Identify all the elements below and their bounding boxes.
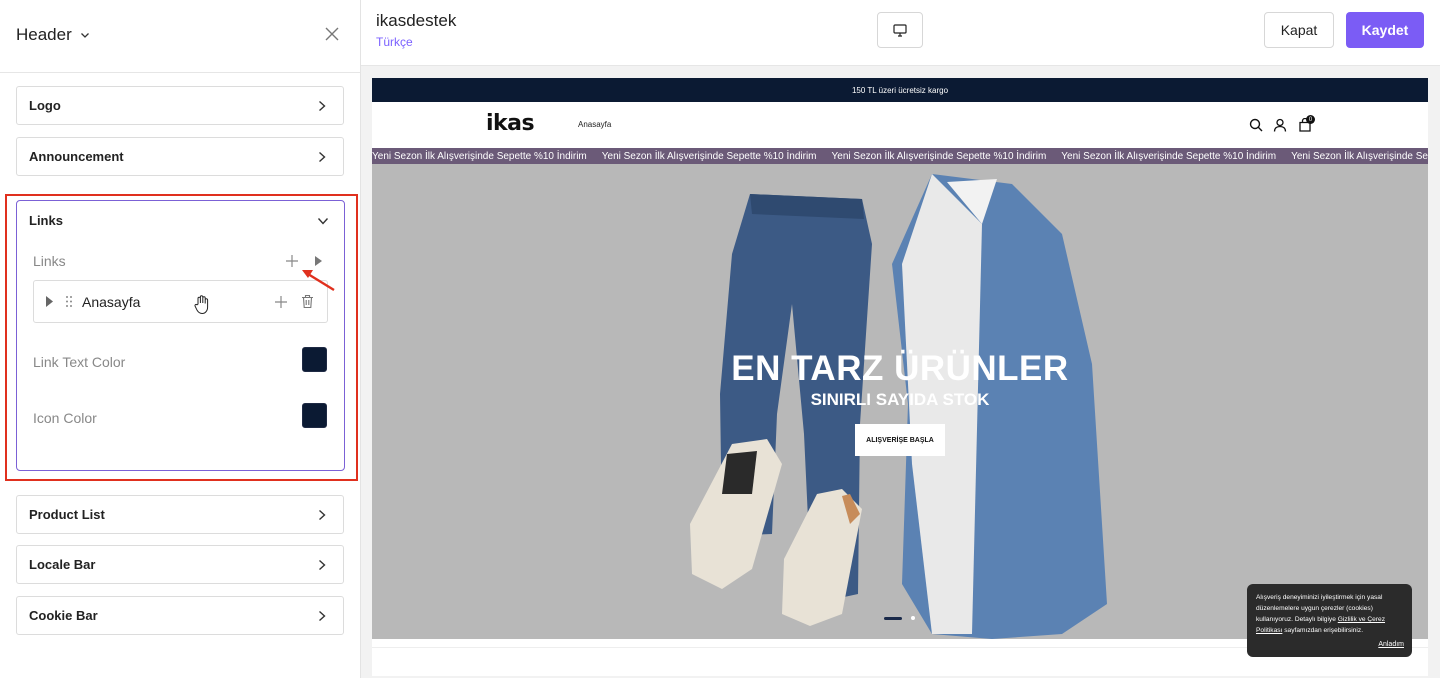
marquee-item: Yeni Sezon İlk Alışverişinde Sepette %10… (1291, 150, 1428, 162)
close-button[interactable]: Kapat (1264, 12, 1334, 48)
chevron-right-icon (319, 509, 326, 521)
section-product-list[interactable]: Product List (16, 495, 344, 534)
trash-icon[interactable] (301, 294, 314, 309)
hero-subtitle: SINIRLI SAYIDA STOK (810, 390, 990, 409)
drag-handle-icon[interactable] (65, 295, 73, 308)
section-cookie-bar[interactable]: Cookie Bar (16, 596, 344, 635)
annotation-arrow (302, 270, 335, 292)
nav-link-anasayfa[interactable]: Anasayfa (578, 120, 611, 129)
marquee-item: Yeni Sezon İlk Alışverişinde Sepette %10… (831, 150, 1047, 162)
store-name: ikasdestek (376, 11, 457, 30)
chevron-down-icon (80, 33, 89, 38)
announcement-bar: 150 TL üzeri ücretsiz kargo (372, 78, 1428, 102)
marquee-item: Yeni Sezon İlk Alışverişinde Sepette %10… (372, 150, 587, 162)
section-label: Logo (29, 98, 61, 113)
links-list-label: Links (33, 253, 66, 269)
section-locale-bar[interactable]: Locale Bar (16, 545, 344, 584)
section-label: Product List (29, 507, 105, 522)
icon-color-label: Icon Color (33, 410, 97, 426)
cookie-text-end: sayfamızdan erişebilirsiniz. (1284, 627, 1364, 634)
slider-dot[interactable] (911, 616, 915, 620)
icon-color-swatch[interactable] (302, 403, 327, 428)
sidebar: Header Logo Announcement Links Links Ana… (0, 0, 361, 678)
slider-dot-active[interactable] (884, 617, 902, 620)
cookie-banner: Alışveriş deneyiminizi iyileştirmek için… (1247, 584, 1412, 657)
store-logo[interactable]: ikas (486, 111, 535, 136)
hero-cta-button[interactable]: ALIŞVERİŞE BAŞLA (855, 424, 945, 456)
promo-marquee: Yeni Sezon İlk Alışverişinde Sepette %10… (372, 148, 1428, 164)
announcement-text: 150 TL üzeri ücretsiz kargo (851, 85, 949, 95)
chevron-right-icon (319, 559, 326, 571)
editor-topbar: ikasdestek Türkçe Kapat Kaydet (361, 0, 1440, 66)
section-label: Cookie Bar (29, 608, 98, 623)
add-sublink-icon[interactable] (274, 295, 288, 309)
section-label: Locale Bar (29, 557, 96, 572)
device-toggle-button[interactable] (877, 12, 923, 48)
section-logo[interactable]: Logo (16, 86, 344, 125)
chevron-right-icon (319, 151, 326, 163)
marquee-item: Yeni Sezon İlk Alışverişinde Sepette %10… (601, 150, 817, 162)
expand-caret-icon[interactable] (45, 296, 54, 307)
sidebar-header: Header (0, 0, 360, 73)
sidebar-title: Header (16, 25, 72, 44)
marquee-item: Yeni Sezon İlk Alışverişinde Sepette %10… (1061, 150, 1277, 162)
chevron-right-icon (319, 100, 326, 112)
search-icon[interactable] (1249, 118, 1263, 132)
storefront-nav: ikas Anasayfa 0 (372, 102, 1428, 148)
section-label: Links (29, 213, 63, 228)
save-button[interactable]: Kaydet (1346, 12, 1424, 48)
cookie-accept-button[interactable]: Anladım (1378, 639, 1404, 650)
close-icon[interactable] (322, 24, 342, 44)
link-item-anasayfa[interactable]: Anasayfa (33, 280, 328, 323)
link-text-color-swatch[interactable] (302, 347, 327, 372)
language-selector[interactable]: Türkçe (376, 35, 413, 49)
link-item-label: Anasayfa (82, 294, 141, 310)
hero-banner: EN TARZ ÜRÜNLER SINIRLI SAYIDA STOK ALIŞ… (372, 164, 1428, 639)
user-icon[interactable] (1273, 118, 1287, 132)
chevron-down-icon[interactable] (316, 214, 330, 228)
chevron-right-icon (319, 610, 326, 622)
section-label: Announcement (29, 149, 124, 164)
cart-count-badge: 0 (1306, 115, 1315, 124)
link-text-color-label: Link Text Color (33, 354, 126, 370)
hero-title: EN TARZ ÜRÜNLER (731, 349, 1069, 388)
hand-cursor-icon (194, 295, 209, 315)
section-announcement[interactable]: Announcement (16, 137, 344, 176)
app-root: Header Logo Announcement Links Links Ana… (0, 0, 1440, 678)
section-links-expanded: Links Links Anasayfa Link Text Color Ico… (16, 200, 345, 471)
desktop-icon (893, 23, 907, 37)
sidebar-title-dropdown[interactable]: Header (16, 25, 90, 45)
